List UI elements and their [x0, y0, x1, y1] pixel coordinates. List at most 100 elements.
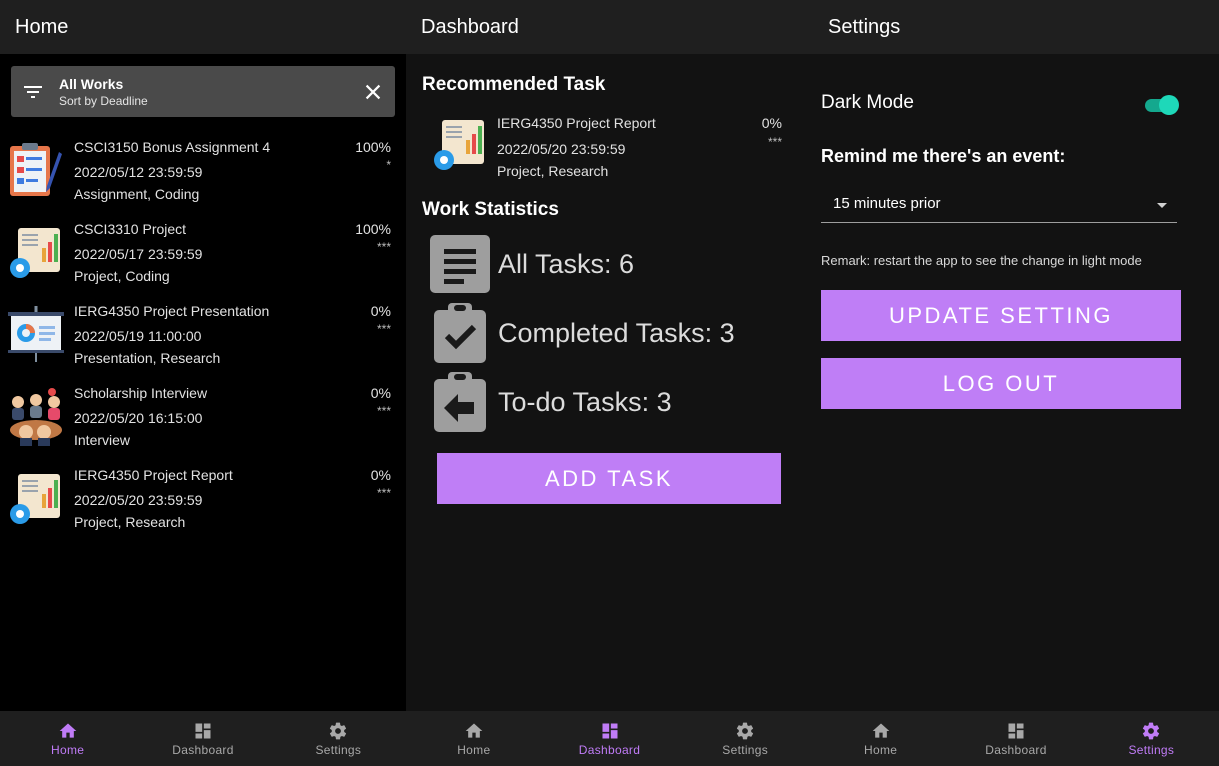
filter-subtitle: Sort by Deadline — [59, 93, 148, 108]
presentation-icon — [8, 306, 64, 362]
nav-settings-label: Settings — [1128, 742, 1175, 757]
bottom-nav: Home Dashboard Settings — [0, 711, 406, 766]
task-tags: Assignment, Coding — [74, 186, 200, 202]
task-date: 2022/05/19 11:00:00 — [74, 328, 202, 344]
remark-text: Remark: restart the app to see the chang… — [821, 253, 1142, 268]
task-name: IERG4350 Project Report — [74, 467, 233, 483]
task-progress: 0% — [761, 115, 782, 131]
app-bar: Dashboard — [406, 0, 813, 54]
dashboard-icon — [195, 723, 211, 738]
dark-mode-toggle[interactable] — [1145, 95, 1179, 115]
toggle-thumb — [1159, 95, 1179, 115]
nav-settings[interactable]: Settings — [271, 711, 406, 766]
task-progress: 0% — [370, 467, 391, 483]
task-tags: Project, Research — [497, 163, 609, 179]
nav-dashboard-label: Dashboard — [578, 742, 641, 757]
home-icon — [872, 723, 889, 738]
task-priority: *** — [376, 404, 391, 418]
dark-mode-label: Dark Mode — [821, 92, 914, 113]
task-progress: 100% — [355, 221, 391, 237]
bottom-nav: Home Dashboard Settings — [406, 711, 813, 766]
close-icon[interactable] — [362, 81, 384, 103]
document-icon — [430, 235, 490, 293]
filter-title: All Works — [59, 75, 124, 92]
recommended-task[interactable]: IERG4350 Project Report 2022/05/20 23:59… — [422, 114, 782, 184]
stat-completed-label: Completed Tasks: 3 — [498, 317, 735, 348]
nav-settings[interactable]: Settings — [1084, 711, 1219, 766]
task-tags: Interview — [74, 432, 131, 448]
task-priority: *** — [376, 322, 391, 336]
app-bar: Settings — [813, 0, 1219, 54]
gear-icon — [1143, 722, 1160, 739]
stat-all-label: All Tasks: 6 — [498, 248, 635, 279]
list-item[interactable]: CSCI3150 Bonus Assignment 4 2022/05/12 2… — [0, 136, 406, 218]
home-icon — [465, 723, 483, 738]
app-bar: Home — [0, 0, 406, 54]
task-priority: *** — [767, 135, 782, 149]
task-progress: 100% — [355, 139, 391, 155]
update-setting-button[interactable]: UPDATE SETTING — [821, 290, 1181, 341]
task-date: 2022/05/20 23:59:59 — [74, 492, 203, 508]
task-priority: *** — [376, 486, 391, 500]
list-item[interactable]: Scholarship Interview 2022/05/20 16:15:0… — [0, 382, 406, 464]
task-progress: 0% — [370, 385, 391, 401]
list-item[interactable]: IERG4350 Project Report 2022/05/20 23:59… — [0, 464, 406, 546]
project-report-icon — [10, 474, 60, 524]
clipboard-arrow-icon — [434, 372, 486, 432]
list-item[interactable]: CSCI3310 Project 2022/05/17 23:59:59 Pro… — [0, 218, 406, 300]
list-item[interactable]: IERG4350 Project Presentation 2022/05/19… — [0, 300, 406, 382]
page-title: Dashboard — [421, 15, 519, 38]
filter-bar[interactable]: All Works Sort by Deadline — [11, 66, 395, 117]
settings-screen: Settings Dark Mode Remind me there's an … — [813, 0, 1219, 766]
nav-home[interactable]: Home — [0, 711, 135, 766]
nav-settings-label: Settings — [315, 742, 362, 757]
stat-all-tasks: All Tasks: 6 — [430, 233, 790, 295]
task-date: 2022/05/20 16:15:00 — [74, 410, 203, 426]
task-progress: 0% — [370, 303, 391, 319]
bottom-nav: Home Dashboard Settings — [813, 711, 1219, 766]
task-priority: * — [386, 158, 391, 172]
task-priority: *** — [376, 240, 391, 254]
log-out-button[interactable]: LOG OUT — [821, 358, 1181, 409]
dashboard-content: Recommended Task IERG4350 Project Report… — [406, 54, 813, 711]
nav-settings[interactable]: Settings — [677, 711, 813, 766]
task-name: IERG4350 Project Report — [497, 115, 656, 131]
dashboard-icon — [602, 723, 617, 738]
task-list: CSCI3150 Bonus Assignment 4 2022/05/12 2… — [0, 136, 406, 546]
page-title: Home — [15, 15, 69, 38]
stats-title: Work Statistics — [422, 199, 559, 220]
task-name: IERG4350 Project Presentation — [74, 303, 270, 319]
nav-dashboard[interactable]: Dashboard — [135, 711, 270, 766]
nav-dashboard-label: Dashboard — [172, 742, 234, 757]
task-tags: Project, Research — [74, 514, 186, 530]
nav-settings-label: Settings — [722, 742, 769, 757]
nav-home[interactable]: Home — [813, 711, 948, 766]
settings-content: Dark Mode Remind me there's an event: 15… — [813, 54, 1219, 711]
add-task-button[interactable]: ADD TASK — [437, 453, 781, 504]
remind-select[interactable]: 15 minutes prior — [821, 187, 1177, 223]
interview-icon — [10, 388, 62, 446]
task-name: CSCI3150 Bonus Assignment 4 — [74, 139, 271, 155]
recommended-title: Recommended Task — [422, 74, 606, 95]
assignment-icon — [10, 143, 62, 196]
task-tags: Project, Coding — [74, 268, 170, 284]
task-date: 2022/05/20 23:59:59 — [497, 141, 626, 157]
stat-completed-tasks: Completed Tasks: 3 — [430, 302, 790, 364]
app-screens: Home All Works Sort by Deadline CSCI3150… — [0, 0, 1219, 766]
project-report-icon — [10, 228, 60, 278]
nav-home-label: Home — [864, 742, 898, 757]
dropdown-arrow-icon — [1157, 203, 1167, 208]
task-date: 2022/05/17 23:59:59 — [74, 246, 203, 262]
gear-icon — [330, 722, 347, 739]
dashboard-screen: Dashboard Recommended Task IERG4350 Proj… — [406, 0, 813, 766]
filter-text: All Works Sort by Deadline — [59, 76, 362, 108]
task-name: CSCI3310 Project — [74, 221, 187, 237]
filter-icon[interactable] — [21, 80, 45, 104]
home-content: All Works Sort by Deadline CSCI3150 Bonu… — [0, 54, 406, 711]
nav-dashboard[interactable]: Dashboard — [542, 711, 678, 766]
stat-todo-label: To-do Tasks: 3 — [498, 386, 672, 417]
task-tags: Presentation, Research — [74, 350, 221, 366]
nav-home[interactable]: Home — [406, 711, 542, 766]
nav-dashboard[interactable]: Dashboard — [948, 711, 1083, 766]
gear-icon — [737, 722, 754, 739]
